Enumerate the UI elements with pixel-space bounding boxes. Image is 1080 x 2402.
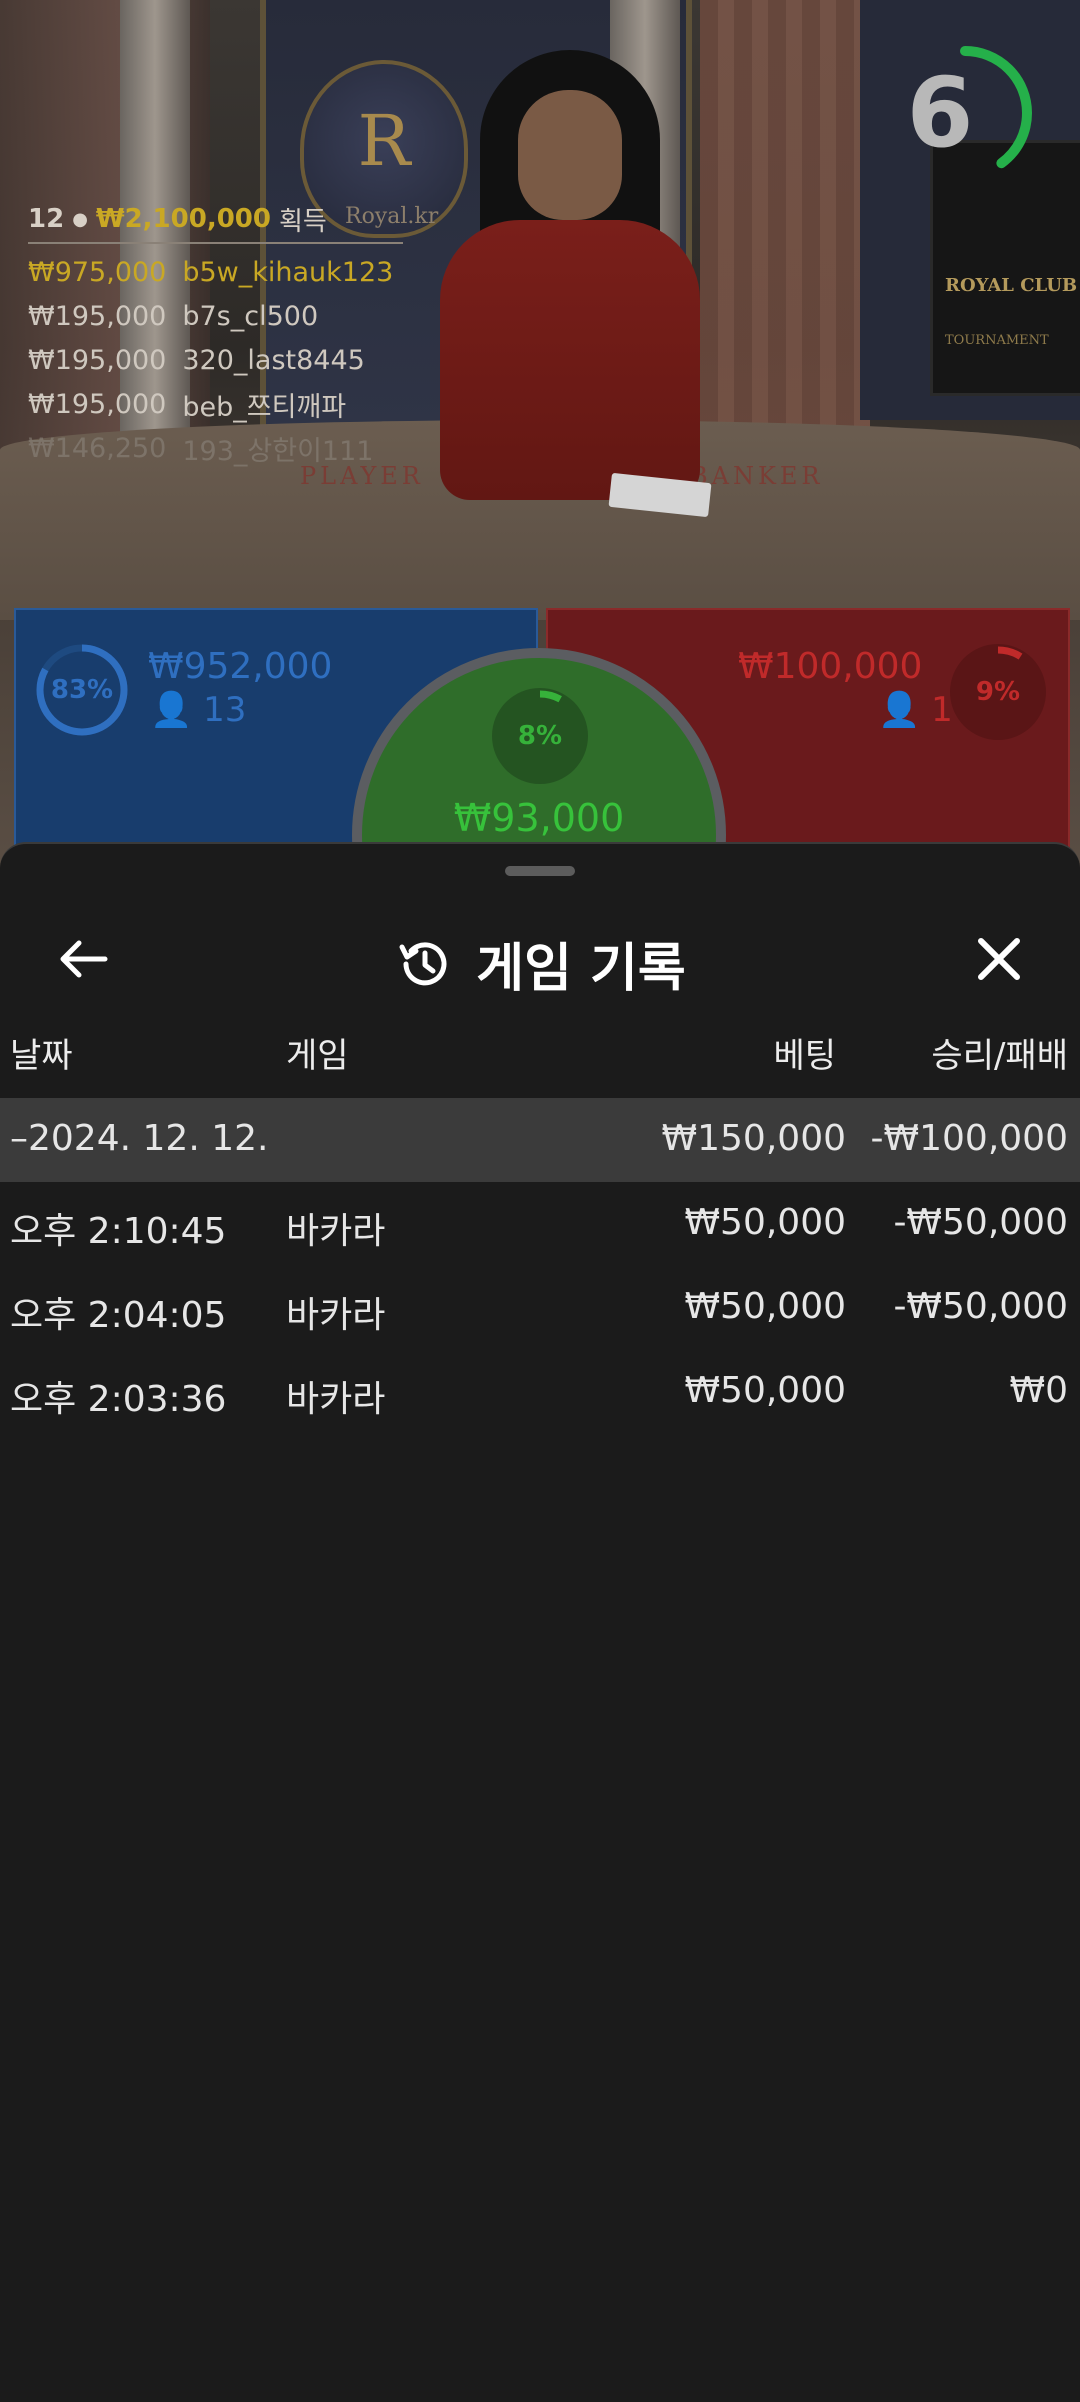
col-date: 날짜 <box>10 1036 73 1076</box>
person-icon: 👤 <box>150 690 193 730</box>
dealer <box>440 50 700 500</box>
winners-suffix: 획득 <box>278 206 327 237</box>
row-game: 바카라 <box>286 1379 386 1420</box>
player-percent-ring: 83% <box>34 642 130 738</box>
history-rows: 오후 2:10:45 바카라 ₩50,000 -₩50,000 오후 2:04:… <box>0 1184 1080 1436</box>
divider <box>28 242 403 244</box>
row-bet: ₩50,000 <box>684 1202 846 1243</box>
game-history-sheet: 게임 기록 날짜 게임 베팅 승리/패배 –2024. 12. 12. ₩150… <box>0 842 1080 2402</box>
player-amount: ₩952,000 <box>148 646 333 687</box>
group-result-total: -₩100,000 <box>870 1118 1068 1159</box>
row-result: ₩0 <box>1009 1370 1069 1411</box>
row-game: 바카라 <box>286 1295 386 1336</box>
table-row[interactable]: 오후 2:04:05 바카라 ₩50,000 -₩50,000 <box>0 1268 1080 1352</box>
banker-amount: ₩100,000 <box>738 646 923 687</box>
winner-amount: ₩146,250 <box>28 432 167 464</box>
winner-amount: ₩975,000 <box>28 256 167 288</box>
winner-user: 193_상한이111 <box>182 435 374 467</box>
winner-user: b5w_kihauk123 <box>182 256 394 288</box>
winner-user: 320_last8445 <box>182 344 365 376</box>
row-result: -₩50,000 <box>893 1286 1068 1327</box>
group-bet-total: ₩150,000 <box>661 1118 846 1159</box>
player-bettors: 👤 13 <box>150 690 246 730</box>
player-count: 13 <box>203 690 247 730</box>
winner-amount: ₩195,000 <box>28 388 167 420</box>
col-game: 게임 <box>286 1036 349 1076</box>
countdown-timer: 6 <box>890 38 1040 188</box>
col-result: 승리/패배 <box>931 1036 1068 1076</box>
history-clock-icon <box>399 941 447 985</box>
close-button[interactable] <box>964 924 1034 994</box>
curtain <box>700 0 870 470</box>
winners-header: 12 ● ₩2,100,000 획득 <box>28 200 428 238</box>
tie-amount: ₩93,000 <box>453 796 625 840</box>
winner-row: ₩195,000 b7s_cl500 <box>28 294 428 338</box>
row-bet: ₩50,000 <box>684 1286 846 1327</box>
winner-amount: ₩195,000 <box>28 344 167 376</box>
close-icon <box>978 938 1020 980</box>
winner-row: ₩146,250 193_상한이111 <box>28 426 428 470</box>
winner-row: ₩975,000 b5w_kihauk123 <box>28 250 428 294</box>
player-percent: 83% <box>50 675 114 705</box>
winner-user: beb_쯔티깨파 <box>182 391 347 423</box>
winners-count: 12 <box>28 204 65 234</box>
group-date: –2024. 12. 12. <box>10 1118 269 1159</box>
sheet-drag-handle[interactable] <box>505 866 575 876</box>
col-bet: 베팅 <box>773 1036 836 1076</box>
tie-percent: 8% <box>517 721 563 751</box>
winner-row: ₩195,000 beb_쯔티깨파 <box>28 382 428 426</box>
sheet-title: 게임 기록 <box>476 939 686 999</box>
winners-total: ₩2,100,000 <box>95 204 271 234</box>
winner-row: ₩195,000 320_last8445 <box>28 338 428 382</box>
monitor-subtitle: TOURNAMENT <box>945 333 1049 348</box>
table-header: 날짜 게임 베팅 승리/패배 <box>0 1014 1080 1084</box>
sheet-title-group: 게임 기록 <box>0 926 1080 1001</box>
row-result: -₩50,000 <box>893 1202 1068 1243</box>
banker-percent-ring: 9% <box>950 644 1046 740</box>
row-time: 오후 2:10:45 <box>10 1211 227 1252</box>
person-icon: ● <box>72 208 88 230</box>
banker-percent: 9% <box>975 677 1021 707</box>
sheet-header: 게임 기록 <box>0 904 1080 1014</box>
person-icon: 👤 <box>878 690 921 730</box>
tie-percent-ring: 8% <box>492 688 588 784</box>
winner-user: b7s_cl500 <box>182 300 319 332</box>
winner-amount: ₩195,000 <box>28 300 167 332</box>
row-game: 바카라 <box>286 1211 386 1252</box>
table-row[interactable]: 오후 2:10:45 바카라 ₩50,000 -₩50,000 <box>0 1184 1080 1268</box>
row-time: 오후 2:04:05 <box>10 1295 227 1336</box>
row-time: 오후 2:03:36 <box>10 1379 227 1420</box>
table-row[interactable]: 오후 2:03:36 바카라 ₩50,000 ₩0 <box>0 1352 1080 1436</box>
date-group-row[interactable]: –2024. 12. 12. ₩150,000 -₩100,000 <box>0 1098 1080 1182</box>
winners-overlay: 12 ● ₩2,100,000 획득 ₩975,000 b5w_kihauk12… <box>28 200 428 470</box>
row-bet: ₩50,000 <box>684 1370 846 1411</box>
banker-bettors: 👤 1 <box>878 690 953 730</box>
timer-value: 6 <box>906 57 974 169</box>
monitor-title: ROYAL CLUB <box>945 275 1078 296</box>
